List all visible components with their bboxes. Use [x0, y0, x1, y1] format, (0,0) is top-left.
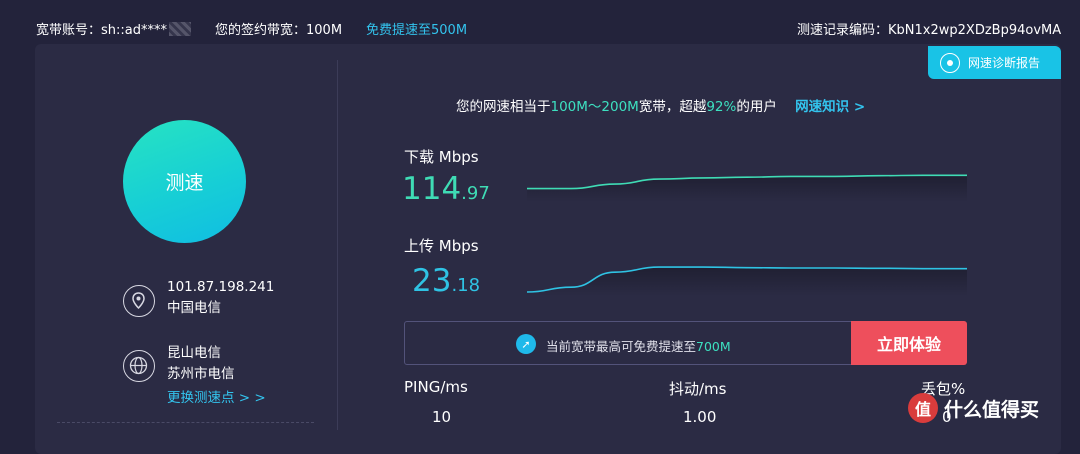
- promo-text: 当前宽带最高可免费提速至700M: [546, 339, 731, 354]
- watermark-logo: 值: [908, 393, 938, 423]
- speed-test-button[interactable]: 测速: [123, 120, 246, 243]
- jitter-value: 1.00: [683, 408, 717, 426]
- promo-bar: ➚ 当前宽带最高可免费提速至700M 立即体验: [404, 321, 967, 365]
- diagnosis-report-label: 网速诊断报告: [968, 56, 1041, 70]
- node-name: 昆山电信: [167, 345, 221, 361]
- dashed-divider: [57, 422, 314, 423]
- download-label: 下载 Mbps: [404, 148, 479, 166]
- panel-divider: [337, 60, 338, 430]
- rocket-icon: ➚: [516, 334, 536, 354]
- node-info: 昆山电信 苏州市电信 更换测速点 > >: [167, 343, 266, 409]
- download-trend-graph: [527, 174, 967, 202]
- masked-text: [169, 22, 192, 36]
- globe-icon: [123, 350, 155, 382]
- location-pin-icon: [940, 52, 960, 73]
- top-info-bar: 宽带账号：sh::ad**** 您的签约带宽：100M 免费提速至500M 测速…: [0, 0, 1080, 45]
- jitter-label: 抖动/ms: [669, 380, 727, 398]
- ip-address: 101.87.198.241: [167, 279, 275, 295]
- ping-value: 10: [432, 408, 452, 426]
- upload-trend-graph: [527, 266, 967, 296]
- change-node-link[interactable]: 更换测速点 > >: [167, 388, 266, 409]
- watermark-text: 什么值得买: [944, 398, 1040, 421]
- speed-summary: 您的网速相当于100M～200M宽带，超越92%的用户 网速知识 >: [456, 99, 866, 115]
- upload-label: 上传 Mbps: [404, 237, 479, 255]
- watermark: 值 什么值得买: [908, 393, 1039, 423]
- ping-label: PING/ms: [404, 378, 468, 396]
- diagnosis-report-button[interactable]: 网速诊断报告: [928, 46, 1061, 79]
- location-pin-icon: [123, 285, 155, 317]
- download-speed: 114.97: [402, 171, 490, 207]
- ip-info: 101.87.198.241 中国电信: [167, 277, 274, 319]
- upload-trend-area: [527, 267, 967, 296]
- speed-test-label: 测速: [165, 172, 204, 194]
- node-city: 苏州市电信: [167, 366, 235, 382]
- download-trend-area: [527, 175, 967, 202]
- upgrade-link[interactable]: 免费提速至500M: [366, 19, 467, 38]
- upload-speed: 23.18: [412, 263, 481, 299]
- speed-knowledge-link[interactable]: 网速知识 >: [795, 99, 865, 115]
- record-code: 测速记录编码：KbN1x2wp2XDzBp94ovMA: [797, 23, 1062, 38]
- try-now-button[interactable]: 立即体验: [851, 321, 967, 365]
- contract-bandwidth: 您的签约带宽：100M: [215, 23, 343, 38]
- isp-name: 中国电信: [167, 300, 221, 316]
- account-info: 宽带账号：sh::ad****: [36, 19, 192, 38]
